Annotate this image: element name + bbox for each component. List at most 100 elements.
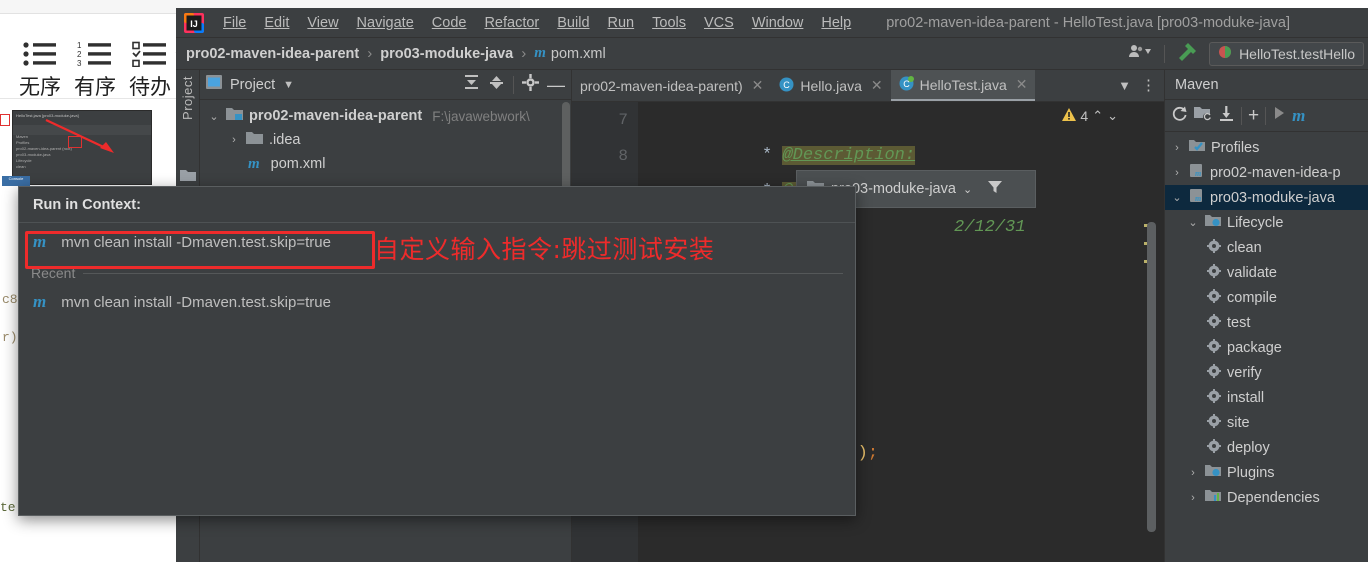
hide-panel-icon[interactable]: —: [547, 76, 565, 94]
close-icon[interactable]: ✕: [1016, 76, 1028, 93]
chevron-right-icon[interactable]: ›: [1187, 467, 1199, 479]
tree-row[interactable]: › .idea: [200, 128, 571, 152]
menu-item-build[interactable]: Build: [548, 12, 598, 34]
menu-view-label: View: [307, 14, 339, 31]
reload-icon[interactable]: [1171, 105, 1188, 127]
section-divider: [83, 272, 843, 274]
maven-tree: › Profiles › m pro02-maven-idea-p ⌄ m pr…: [1165, 132, 1368, 510]
add-maven-project-icon[interactable]: [1194, 106, 1212, 126]
run-icon[interactable]: [1272, 106, 1286, 125]
tree-row[interactable]: ⌄ pro02-maven-idea-parent F:\javawebwork…: [200, 104, 571, 128]
gear-icon[interactable]: [522, 73, 539, 96]
maven-goal-install[interactable]: install: [1165, 385, 1368, 410]
svg-text:2: 2: [77, 50, 82, 59]
chevron-right-icon[interactable]: ›: [228, 134, 240, 146]
collapse-all-icon[interactable]: [488, 74, 505, 96]
maven-row-plugins[interactable]: › Plugins: [1165, 460, 1368, 485]
inspection-status[interactable]: 4 ⌃ ⌄: [1062, 108, 1118, 124]
maven-goal-clean[interactable]: clean: [1165, 235, 1368, 260]
chevron-right-icon[interactable]: ›: [1171, 167, 1183, 179]
editor-tab-hellotest[interactable]: C HelloTest.java ✕: [890, 70, 1036, 101]
editor-tab-pom[interactable]: pro02-maven-idea-parent) ✕: [572, 70, 771, 101]
chevron-down-icon[interactable]: ▼: [283, 79, 294, 91]
menu-item-tools[interactable]: Tools: [643, 12, 695, 34]
maven-row-parent-project[interactable]: › m pro02-maven-idea-p: [1165, 160, 1368, 185]
maven-row-lifecycle[interactable]: ⌄ Lifecycle: [1165, 210, 1368, 235]
build-hammer-icon[interactable]: [1175, 40, 1199, 67]
maven-row-label: Lifecycle: [1227, 214, 1284, 231]
menu-item-run[interactable]: Run: [599, 12, 644, 34]
close-icon[interactable]: ✕: [871, 77, 883, 94]
maven-tool-window: Maven + m › Profiles › m pro02-maven-ide…: [1164, 70, 1368, 562]
project-panel-scrollbar[interactable]: [562, 102, 570, 198]
more-vertical-icon[interactable]: ⋮: [1141, 78, 1156, 93]
maven-m-icon[interactable]: m: [1292, 106, 1305, 126]
maven-goal-validate[interactable]: validate: [1165, 260, 1368, 285]
maven-goal-verify[interactable]: verify: [1165, 360, 1368, 385]
menu-item-view[interactable]: View: [298, 12, 347, 34]
expand-all-icon[interactable]: [463, 74, 480, 96]
recent-command-item[interactable]: m mvn clean install -Dmaven.test.skip=tr…: [19, 283, 855, 321]
menu-code-label: Code: [431, 14, 467, 31]
maven-goal-site[interactable]: site: [1165, 410, 1368, 435]
chevron-down-icon[interactable]: ⌄: [1187, 216, 1199, 229]
run-configuration-selector[interactable]: HelloTest.testHello: [1209, 41, 1364, 66]
chevron-right-icon[interactable]: ›: [1171, 142, 1183, 154]
goal-gear-icon: [1207, 263, 1221, 282]
dependencies-icon: [1205, 489, 1221, 506]
breadcrumb-module[interactable]: pro03-moduke-java: [380, 46, 513, 62]
filter-funnel-icon[interactable]: [987, 179, 1003, 199]
unordered-list-icon[interactable]: 无序: [12, 41, 68, 98]
menu-item-vcs[interactable]: VCS: [695, 12, 743, 34]
editor-tab-hello[interactable]: C Hello.java ✕: [771, 70, 890, 101]
chevron-down-icon[interactable]: ⌄: [963, 183, 972, 196]
menu-help-label: Help: [821, 14, 852, 31]
maven-row-label: validate: [1227, 264, 1277, 281]
todo-list-icon[interactable]: 待办: [122, 41, 178, 98]
maven-row-selected-module[interactable]: ⌄ m pro03-moduke-java: [1165, 185, 1368, 210]
recent-label: Recent: [31, 265, 76, 281]
download-sources-icon[interactable]: [1218, 105, 1235, 127]
maven-goal-package[interactable]: package: [1165, 335, 1368, 360]
warning-triangle-icon: [1062, 108, 1077, 124]
window-title: pro02-maven-idea-parent - HelloTest.java…: [886, 14, 1291, 31]
project-folder-icon[interactable]: [180, 168, 199, 187]
editor-vertical-scrollbar[interactable]: [1147, 222, 1156, 532]
breadcrumb-file[interactable]: pom.xml: [551, 46, 606, 62]
next-problem-icon[interactable]: ⌄: [1107, 108, 1118, 124]
maven-row-dependencies[interactable]: › Dependencies: [1165, 485, 1368, 510]
maven-goal-deploy[interactable]: deploy: [1165, 435, 1368, 460]
menu-item-edit[interactable]: Edit: [255, 12, 298, 34]
menu-item-refactor[interactable]: Refactor: [475, 12, 548, 34]
breadcrumb-project[interactable]: pro02-maven-idea-parent: [186, 46, 359, 62]
menu-item-help[interactable]: Help: [812, 12, 860, 34]
maven-row-label: verify: [1227, 364, 1262, 381]
menu-item-file[interactable]: File: [214, 12, 255, 34]
chevron-down-icon[interactable]: ⌄: [1171, 191, 1183, 204]
menu-bar: IJ File Edit View Navigate Code Refactor…: [176, 8, 1368, 38]
menu-run-label: Run: [607, 14, 635, 31]
maven-row-profiles[interactable]: › Profiles: [1165, 135, 1368, 160]
maven-row-label: Dependencies: [1227, 489, 1320, 506]
menu-window-label: Window: [751, 14, 804, 31]
chevron-down-icon[interactable]: ⌄: [208, 110, 220, 123]
prev-problem-icon[interactable]: ⌃: [1092, 108, 1103, 124]
tree-row[interactable]: m pom.xml: [200, 152, 571, 176]
tool-button-project[interactable]: Project: [180, 76, 195, 120]
chevron-right-icon[interactable]: ›: [1187, 492, 1199, 504]
user-dropdown-icon[interactable]: [1128, 43, 1154, 64]
menu-item-window[interactable]: Window: [743, 12, 813, 34]
goal-gear-icon: [1207, 338, 1221, 357]
goal-gear-icon: [1207, 413, 1221, 432]
menu-navigate-label: Navigate: [356, 14, 414, 31]
menu-item-code[interactable]: Code: [423, 12, 476, 34]
chevron-down-icon[interactable]: ▼: [1118, 78, 1131, 93]
maven-goal-test[interactable]: test: [1165, 310, 1368, 335]
maven-row-label: compile: [1227, 289, 1277, 306]
plus-icon[interactable]: +: [1248, 106, 1259, 125]
goal-gear-icon: [1207, 313, 1221, 332]
close-icon[interactable]: ✕: [752, 77, 764, 94]
menu-item-navigate[interactable]: Navigate: [348, 12, 423, 34]
maven-goal-compile[interactable]: compile: [1165, 285, 1368, 310]
ordered-list-icon[interactable]: 1 2 3 有序: [67, 41, 123, 98]
